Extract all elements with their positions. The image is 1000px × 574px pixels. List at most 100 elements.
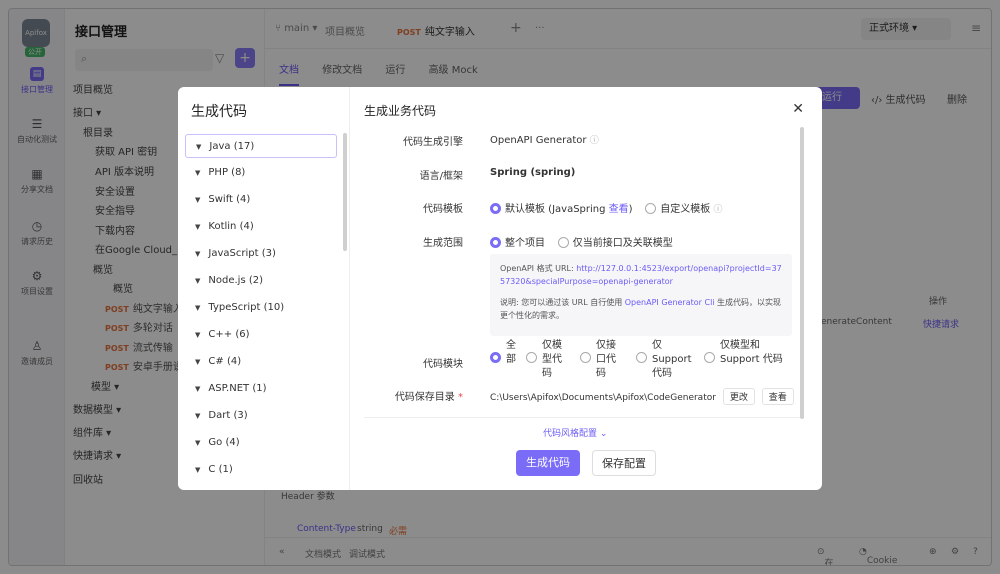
radio-checked (490, 203, 501, 214)
save-config-button[interactable]: 保存配置 (592, 450, 656, 476)
engine-value: OpenAPI Generator ⓘ (490, 133, 599, 146)
caret-down-icon: ▼ (195, 196, 201, 204)
template-custom-radio[interactable]: 自定义模板 ⓘ (645, 203, 722, 215)
template-default-radio[interactable]: 默认模板 (JavaSpring 查看) (490, 203, 633, 215)
radio-label: 仅模 型代 码 (542, 340, 562, 379)
caret-down-icon: ▼ (195, 358, 201, 366)
lang-name: Java (209, 141, 231, 152)
radio-label: 仅接 口代 码 (596, 340, 616, 379)
lang-item-javascript[interactable]: ▼ JavaScript (3) (185, 242, 337, 266)
lang-item-cpp[interactable]: ▼ C++ (6) (185, 323, 337, 347)
radio-checked (490, 237, 501, 248)
dir-value: C:\Users\Apifox\Documents\Apifox\CodeGen… (490, 393, 716, 403)
radio-label: 默认模板 (JavaSpring (505, 204, 609, 215)
lang-name: Kotlin (208, 221, 237, 232)
lang-name: ASP.NET (208, 383, 250, 394)
radio-label: 整个项目 (505, 238, 545, 249)
radio-unchecked (645, 203, 657, 214)
language-list-panel: 生成代码 ▼ Java (17) ▼ PHP (8) ▼ Swift (4) ▼ Kot… (178, 87, 350, 490)
lang-count: (3) (261, 248, 276, 259)
lang-name: C# (208, 356, 224, 367)
lang-name: JavaScript (208, 248, 259, 259)
caret-down-icon: ▼ (195, 466, 201, 474)
url-prefix: OpenAPI 格式 URL: (500, 264, 577, 273)
lang-item-java[interactable]: ▼ Java (17) (185, 134, 337, 158)
radio-label: 仅 Support 代码 (652, 340, 692, 379)
generate-code-button[interactable]: 生成代码 (516, 450, 580, 476)
lang-item-nodejs[interactable]: ▼ Node.js (2) (185, 269, 337, 293)
lang-name: C++ (208, 329, 233, 340)
radio-unchecked (704, 352, 715, 363)
lang-count: (1) (252, 383, 267, 394)
lang-name: PHP (208, 167, 228, 178)
lang-value: Spring (spring) (490, 167, 576, 178)
note-line: 说明: 您可以通过该 URL 自行使用 OpenAPI Generator Cl… (500, 296, 782, 322)
language-list-scrollbar[interactable] (343, 133, 347, 251)
scope-label: 生成范围 (423, 238, 463, 249)
caret-down-icon: ▼ (195, 412, 201, 420)
lang-item-aspnet[interactable]: ▼ ASP.NET (1) (185, 377, 337, 401)
dir-value-row: C:\Users\Apifox\Documents\Apifox\CodeGen… (490, 388, 794, 405)
lang-item-csharp[interactable]: ▼ C# (4) (185, 350, 337, 374)
caret-down-icon: ▼ (195, 385, 201, 393)
info-icon[interactable]: ⓘ (713, 205, 722, 215)
lang-count: (4) (236, 194, 251, 205)
required-mark: * (454, 392, 463, 403)
lang-item-kotlin[interactable]: ▼ Kotlin (4) (185, 215, 337, 239)
info-icon[interactable]: ⓘ (590, 136, 599, 146)
dir-label-text: 代码保存目录 (394, 392, 455, 403)
lang-count: (8) (231, 167, 246, 178)
lang-count: (4) (239, 221, 254, 232)
advanced-label: 代码风格配置 (543, 429, 598, 439)
generate-settings-panel: 生成业务代码 ✕ 代码生成引擎 OpenAPI Generator ⓘ 语言/框… (350, 87, 822, 490)
lang-count: (1) (218, 464, 233, 475)
lang-count: (10) (263, 302, 285, 313)
lang-name: TypeScript (208, 302, 261, 313)
lang-label: 语言/框架 (419, 171, 463, 182)
template-options: 默认模板 (JavaSpring 查看) 自定义模板 ⓘ (490, 200, 722, 215)
lang-count: (2) (248, 275, 264, 286)
caret-down-icon: ▼ (195, 439, 201, 447)
radio-checked (490, 352, 501, 363)
advanced-config-toggle[interactable]: 代码风格配置 ⌄ (543, 426, 607, 439)
divider (364, 417, 800, 418)
lang-item-swift[interactable]: ▼ Swift (4) (185, 188, 337, 212)
openapi-url-box: OpenAPI 格式 URL: http://127.0.0.1:4523/ex… (490, 254, 792, 336)
engine-name: OpenAPI Generator (490, 135, 587, 146)
radio-label: 自定义模板 (660, 204, 711, 215)
url-line: OpenAPI 格式 URL: http://127.0.0.1:4523/ex… (500, 262, 782, 288)
lang-name: Go (208, 437, 223, 448)
settings-scrollbar[interactable] (800, 127, 804, 419)
template-label: 代码模板 (423, 204, 463, 215)
template-view-link[interactable]: 查看 (609, 204, 629, 215)
radio-label: 全 部 (506, 340, 516, 365)
module-label: 代码模块 (423, 359, 463, 370)
view-dir-button[interactable]: 查看 (761, 388, 794, 405)
lang-item-php[interactable]: ▼ PHP (8) (185, 161, 337, 185)
caret-down-icon: ▼ (195, 223, 201, 231)
change-dir-button[interactable]: 更改 (722, 388, 755, 405)
engine-label: 代码生成引擎 (403, 137, 463, 148)
caret-down-icon: ▼ (195, 250, 201, 258)
radio-unchecked (580, 352, 591, 363)
lang-item-go[interactable]: ▼ Go (4) (185, 431, 337, 455)
radio-label-end: ) (628, 204, 633, 215)
scope-all-radio[interactable]: 整个项目 (490, 237, 545, 249)
lang-item-dart[interactable]: ▼ Dart (3) (185, 404, 337, 428)
caret-down-icon: ▼ (195, 331, 201, 339)
dialog-title: 生成代码 (191, 104, 247, 120)
lang-count: (6) (235, 329, 250, 340)
generator-cli-link[interactable]: OpenAPI Generator Cli (625, 298, 715, 307)
close-icon[interactable]: ✕ (792, 101, 804, 117)
lang-name: C (208, 464, 216, 475)
note-prefix: 说明: 您可以通过该 URL 自行使用 (500, 298, 625, 307)
lang-name: Node.js (208, 275, 246, 286)
scope-current-radio[interactable]: 仅当前接口及关联模型 (557, 237, 673, 249)
caret-down-icon: ▼ (195, 277, 201, 285)
radio-label: 仅模型和 Support 代码 (720, 340, 783, 365)
lang-count: (17) (233, 141, 255, 152)
lang-item-typescript[interactable]: ▼ TypeScript (10) (185, 296, 337, 320)
lang-name: Dart (208, 410, 231, 421)
chevron-down-icon: ⌄ (599, 429, 608, 439)
lang-item-c[interactable]: ▼ C (1) (185, 458, 337, 482)
